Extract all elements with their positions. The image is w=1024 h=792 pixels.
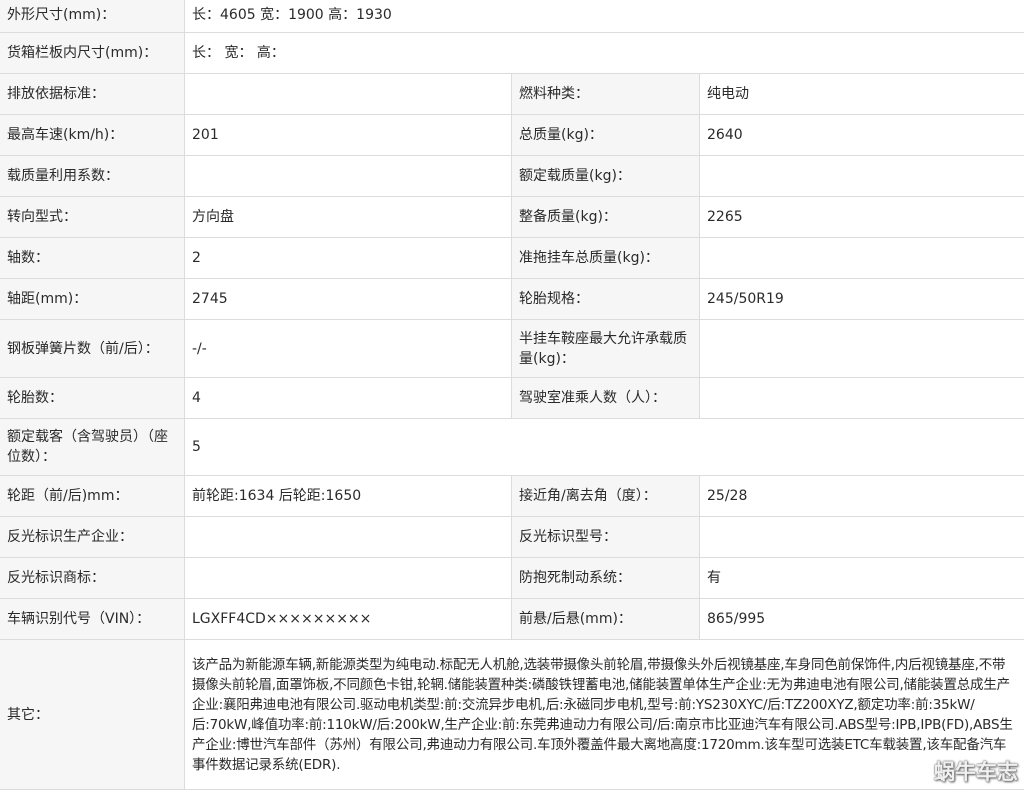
leaf-springs-value: -/- [184,319,512,378]
reflector-maker-value [184,516,512,558]
abs-value: 有 [698,557,1024,599]
curb-mass-value: 2265 [698,196,1024,238]
overhang-value: 865/995 [698,598,1024,640]
fifth-wheel-value [698,319,1024,378]
row-steering-curb: 转向型式： 方向盘 整备质量(kg)： 2265 [0,196,1024,238]
fuel-type-value: 纯电动 [698,73,1024,115]
reflector-model-label: 反光标识型号： [511,516,700,558]
rated-load-value [698,155,1024,197]
reflector-maker-label: 反光标识生产企业： [0,516,185,558]
row-vin-overhang: 车辆识别代号（VIN）： LGXFF4CD××××××××× 前悬/后悬(mm)… [0,598,1024,640]
row-other: 其它： 该产品为新能源车辆,新能源类型为纯电动.标配无人机舱,选装带摄像头前轮眉… [0,639,1024,790]
angles-value: 25/28 [698,475,1024,517]
load-coeff-value [184,155,512,197]
row-reflector-maker-model: 反光标识生产企业： 反光标识型号： [0,516,1024,558]
cab-passengers-label: 驾驶室准乘人数（人）： [511,377,700,419]
total-mass-label: 总质量(kg)： [511,114,700,156]
row-tires-cab: 轮胎数： 4 驾驶室准乘人数（人）： [0,377,1024,419]
seats-label: 额定载客（含驾驶员）（座位数）： [0,418,185,476]
vin-label: 车辆识别代号（VIN）： [0,598,185,640]
tires-value: 4 [184,377,512,419]
wheelbase-label: 轴距(mm)： [0,278,185,320]
tires-label: 轮胎数： [0,377,185,419]
track-value: 前轮距:1634 后轮距:1650 [184,475,512,517]
spec-table: 外形尺寸(mm)： 长：4605 宽：1900 高：1930 货箱栏板内尺寸(m… [0,0,1024,790]
cab-passengers-value [698,377,1024,419]
fifth-wheel-label: 半挂车鞍座最大允许承载质量(kg)： [511,319,700,378]
axles-value: 2 [184,237,512,279]
other-label: 其它： [0,639,185,790]
emission-std-label: 排放依据标准： [0,73,185,115]
axles-label: 轴数： [0,237,185,279]
row-reflector-brand-abs: 反光标识商标： 防抱死制动系统： 有 [0,557,1024,599]
tire-spec-label: 轮胎规格： [511,278,700,320]
fuel-type-label: 燃料种类： [511,73,700,115]
reflector-brand-value [184,557,512,599]
row-dimensions: 外形尺寸(mm)： 长：4605 宽：1900 高：1930 [0,0,1024,33]
steering-value: 方向盘 [184,196,512,238]
load-coeff-label: 载质量利用系数： [0,155,185,197]
total-mass-value: 2640 [698,114,1024,156]
seats-value: 5 [183,418,1024,476]
reflector-model-value [698,516,1024,558]
row-cargo-box: 货箱栏板内尺寸(mm)： 长： 宽： 高： [0,32,1024,74]
vin-value: LGXFF4CD××××××××× [184,598,512,640]
curb-mass-label: 整备质量(kg)： [511,196,700,238]
row-load: 载质量利用系数： 额定载质量(kg)： [0,155,1024,197]
track-label: 轮距（前/后)mm： [0,475,185,517]
dimensions-value: 长：4605 宽：1900 高：1930 [183,0,1024,33]
row-springs-fifth-wheel: 钢板弹簧片数（前/后）： -/- 半挂车鞍座最大允许承载质量(kg)： [0,319,1024,378]
trailer-mass-value [698,237,1024,279]
row-track-angles: 轮距（前/后)mm： 前轮距:1634 后轮距:1650 接近角/离去角（度）：… [0,475,1024,517]
tire-spec-value: 245/50R19 [698,278,1024,320]
row-speed-mass: 最高车速(km/h)： 201 总质量(kg)： 2640 [0,114,1024,156]
cargo-box-label: 货箱栏板内尺寸(mm)： [0,32,185,74]
cargo-box-value: 长： 宽： 高： [183,32,1024,74]
row-wheelbase-tire: 轴距(mm)： 2745 轮胎规格： 245/50R19 [0,278,1024,320]
row-emission-fuel: 排放依据标准： 燃料种类： 纯电动 [0,73,1024,115]
dimensions-label: 外形尺寸(mm)： [0,0,185,33]
rated-load-label: 额定载质量(kg)： [511,155,700,197]
row-seats: 额定载客（含驾驶员）（座位数）： 5 [0,418,1024,476]
steering-label: 转向型式： [0,196,185,238]
other-notes: 该产品为新能源车辆,新能源类型为纯电动.标配无人机舱,选装带摄像头前轮眉,带摄像… [183,639,1024,790]
overhang-label: 前悬/后悬(mm)： [511,598,700,640]
leaf-springs-label: 钢板弹簧片数（前/后）： [0,319,185,378]
abs-label: 防抱死制动系统： [511,557,700,599]
reflector-brand-label: 反光标识商标： [0,557,185,599]
row-axles-trailer: 轴数： 2 准拖挂车总质量(kg)： [0,237,1024,279]
angles-label: 接近角/离去角（度）： [511,475,700,517]
wheelbase-value: 2745 [184,278,512,320]
emission-std-value [184,73,512,115]
max-speed-label: 最高车速(km/h)： [0,114,185,156]
max-speed-value: 201 [184,114,512,156]
trailer-mass-label: 准拖挂车总质量(kg)： [511,237,700,279]
